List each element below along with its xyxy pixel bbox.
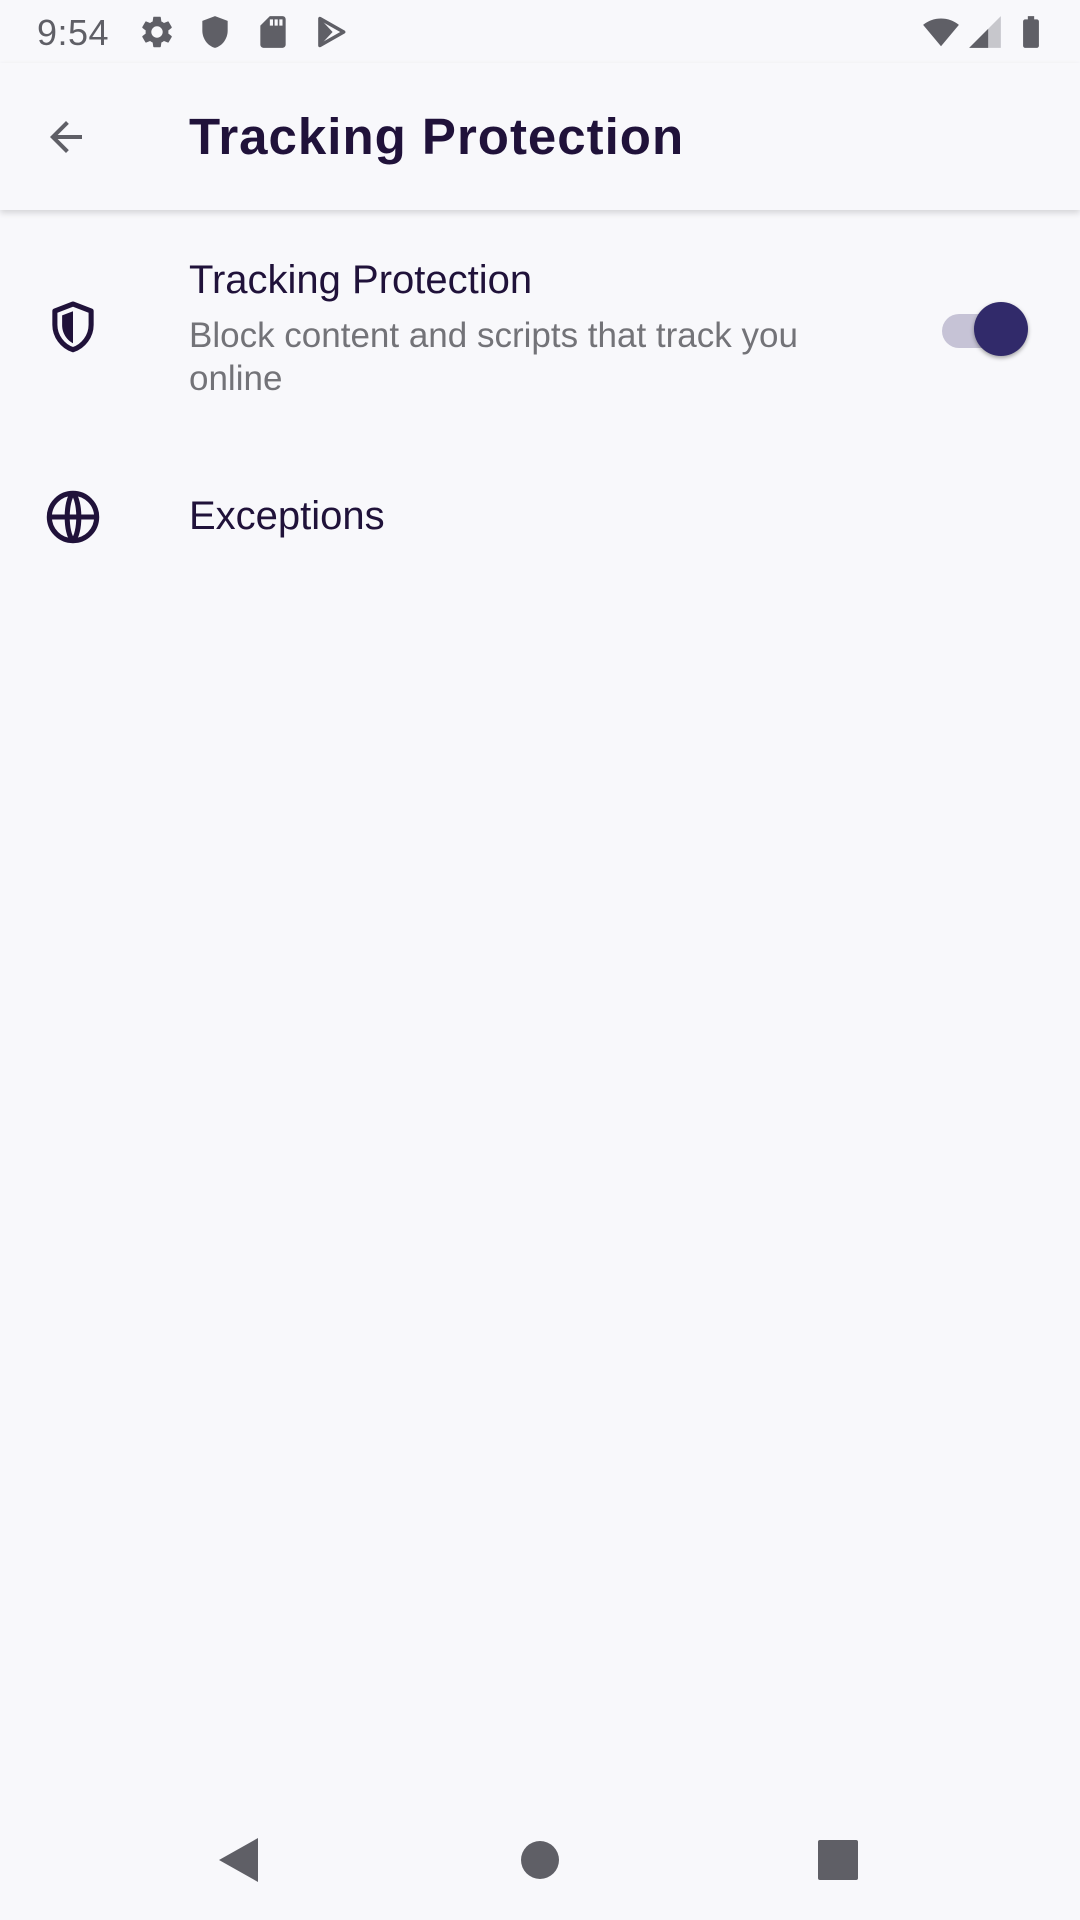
nav-back-button[interactable] [208, 1830, 268, 1890]
battery-icon [1012, 13, 1050, 51]
cell-signal-icon [966, 13, 1004, 51]
wifi-icon [922, 13, 960, 51]
back-triangle-icon [219, 1838, 258, 1882]
arrow-back-icon [50, 121, 82, 153]
shield-icon [44, 298, 102, 356]
status-bar: 9:54 [0, 0, 1080, 63]
app-bar: Tracking Protection [0, 63, 1080, 210]
globe-icon [44, 488, 102, 546]
settings-gear-icon [138, 13, 176, 51]
tracking-protection-switch[interactable] [942, 302, 1028, 360]
recents-square-icon [818, 1840, 858, 1880]
tracking-protection-setting[interactable]: Tracking Protection Block content and sc… [0, 222, 1080, 422]
tracking-protection-summary: Block content and scripts that track you… [189, 316, 798, 398]
navigation-bar [0, 1800, 1080, 1920]
nav-recents-button[interactable] [808, 1830, 868, 1890]
tracking-protection-title: Tracking Protection [189, 258, 533, 302]
exceptions-setting[interactable]: Exceptions [0, 452, 1080, 582]
page-title: Tracking Protection [189, 108, 685, 165]
shield-icon [196, 13, 234, 51]
sd-card-icon [254, 13, 292, 51]
status-time: 9:54 [37, 12, 110, 53]
exceptions-title: Exceptions [189, 494, 385, 538]
back-button[interactable] [30, 101, 102, 173]
nav-home-button[interactable] [510, 1830, 570, 1890]
switch-thumb [974, 302, 1028, 356]
home-circle-icon [521, 1841, 559, 1879]
play-store-icon [312, 13, 350, 51]
